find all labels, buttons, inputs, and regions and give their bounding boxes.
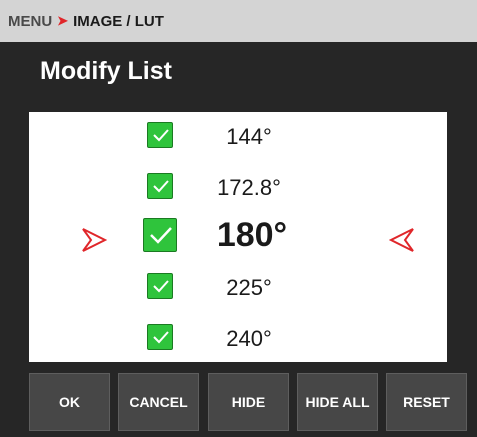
breadcrumb-separator-icon: ➤ — [57, 13, 69, 28]
check-icon — [153, 129, 169, 142]
reset-button[interactable]: RESET — [386, 373, 467, 431]
arrow-right-icon — [82, 228, 107, 252]
list-item-value: 172.8° — [217, 175, 281, 200]
ok-button[interactable]: OK — [29, 373, 110, 431]
check-icon — [150, 227, 172, 244]
checkbox[interactable] — [143, 218, 177, 252]
arrow-left-icon — [389, 228, 414, 252]
hide-button[interactable]: HIDE — [208, 373, 289, 431]
list-item-value: 144° — [226, 124, 272, 149]
page-title: Modify List — [40, 57, 172, 85]
checkbox[interactable] — [147, 324, 173, 350]
list-item-selected[interactable]: 180° — [29, 215, 447, 255]
breadcrumb: MENU ➤ IMAGE / LUT — [0, 0, 477, 42]
list-item-value: 180° — [216, 216, 288, 254]
breadcrumb-path: IMAGE / LUT — [73, 12, 164, 30]
cancel-button[interactable]: CANCEL — [118, 373, 199, 431]
button-bar: OK CANCEL HIDE HIDE ALL RESET — [29, 373, 469, 431]
list-item-value: 240° — [226, 326, 272, 351]
check-icon — [153, 331, 169, 344]
checkbox[interactable] — [147, 173, 173, 199]
list-item[interactable]: 144° — [29, 115, 447, 155]
checkbox[interactable] — [147, 122, 173, 148]
list-item[interactable]: 225° — [29, 266, 447, 306]
list-item[interactable]: 172.8° — [29, 166, 447, 206]
check-icon — [153, 180, 169, 193]
list-item[interactable]: 240° — [29, 317, 447, 357]
breadcrumb-menu[interactable]: MENU — [8, 13, 52, 30]
list-item-value: 225° — [226, 275, 272, 300]
value-list: 144° 172.8° 180° 225° 240° — [29, 112, 447, 362]
checkbox[interactable] — [147, 273, 173, 299]
hide-all-button[interactable]: HIDE ALL — [297, 373, 378, 431]
check-icon — [153, 280, 169, 293]
